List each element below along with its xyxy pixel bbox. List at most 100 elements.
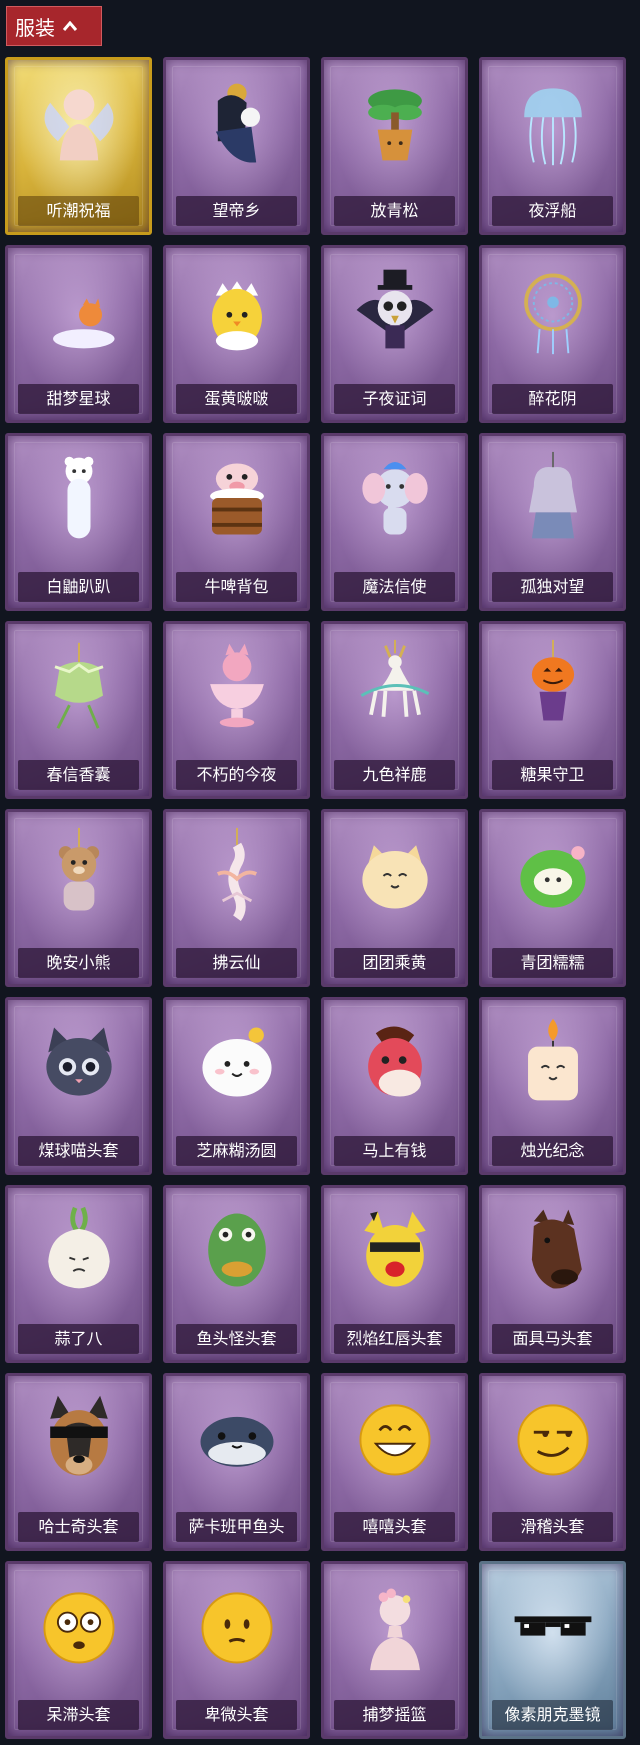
sachet-icon	[31, 638, 127, 734]
costume-card[interactable]: 烛光纪念	[479, 997, 626, 1175]
costume-card-label: 听潮祝福	[18, 196, 139, 226]
costume-card-label: 烛光纪念	[492, 1136, 613, 1166]
jellyfish-icon	[505, 74, 601, 170]
potted-pine-icon	[347, 74, 443, 170]
egg-chick-icon	[189, 262, 285, 358]
costume-card-label: 鱼头怪头套	[176, 1324, 297, 1354]
costume-card[interactable]: 九色祥鹿	[321, 621, 468, 799]
costume-card[interactable]: 萨卡班甲鱼头	[163, 1373, 310, 1551]
moon-fox-icon	[31, 262, 127, 358]
black-cat-head-icon	[31, 1014, 127, 1110]
costume-category-header[interactable]: 服装	[6, 6, 102, 46]
costume-card[interactable]: 夜浮船	[479, 57, 626, 235]
round-cat-icon	[347, 826, 443, 922]
costume-card-label: 烈焰红唇头套	[334, 1324, 455, 1354]
costume-card[interactable]: 蒜了八	[5, 1185, 152, 1363]
costume-card[interactable]: 煤球喵头套	[5, 997, 152, 1175]
costume-card[interactable]: 芝麻糊汤圆	[163, 997, 310, 1175]
costume-card-label: 牛啤背包	[176, 572, 297, 602]
dog-sunglasses-head-icon	[31, 1390, 127, 1486]
costume-card[interactable]: 面具马头套	[479, 1185, 626, 1363]
costume-card[interactable]: 甜梦星球	[5, 245, 152, 423]
costume-card[interactable]: 像素朋克墨镜	[479, 1561, 626, 1739]
costume-card-label: 魔法信使	[334, 572, 455, 602]
costume-card[interactable]: 卑微头套	[163, 1561, 310, 1739]
costume-card-label: 糖果守卫	[492, 760, 613, 790]
costume-card-label: 芝麻糊汤圆	[176, 1136, 297, 1166]
costume-card-label: 甜梦星球	[18, 384, 139, 414]
costume-card[interactable]: 不朽的今夜	[163, 621, 310, 799]
angel-wings-figure-icon	[31, 74, 127, 170]
red-horse-head-icon	[347, 1014, 443, 1110]
costume-card[interactable]: 哈士奇头套	[5, 1373, 152, 1551]
costume-card[interactable]: 子夜证词	[321, 245, 468, 423]
costume-card[interactable]: 烈焰红唇头套	[321, 1185, 468, 1363]
costume-card[interactable]: 青团糯糯	[479, 809, 626, 987]
deer-pendant-icon	[347, 638, 443, 734]
costume-card-label: 夜浮船	[492, 196, 613, 226]
costume-card-label: 像素朋克墨镜	[492, 1700, 613, 1730]
costume-card[interactable]: 孤独对望	[479, 433, 626, 611]
costume-card-label: 卑微头套	[176, 1700, 297, 1730]
costume-card-label: 嘻嘻头套	[334, 1512, 455, 1542]
costume-card[interactable]: 蛋黄啵啵	[163, 245, 310, 423]
costume-card-label: 拂云仙	[176, 948, 297, 978]
costume-card[interactable]: 晚安小熊	[5, 809, 152, 987]
costume-card-label: 哈士奇头套	[18, 1512, 139, 1542]
costume-card-label: 蒜了八	[18, 1324, 139, 1354]
mannequin-flowers-icon	[347, 1578, 443, 1674]
costume-card-label: 马上有钱	[334, 1136, 455, 1166]
costume-card[interactable]: 放青松	[321, 57, 468, 235]
humble-emoji-head-icon	[189, 1578, 285, 1674]
costume-card-label: 萨卡班甲鱼头	[176, 1512, 297, 1542]
dreamcatcher-icon	[505, 262, 601, 358]
costume-card[interactable]: 嘻嘻头套	[321, 1373, 468, 1551]
costume-card-label: 九色祥鹿	[334, 760, 455, 790]
costume-card-label: 孤独对望	[492, 572, 613, 602]
costume-card[interactable]: 牛啤背包	[163, 433, 310, 611]
costume-card-label: 面具马头套	[492, 1324, 613, 1354]
costume-card[interactable]: 听潮祝福	[5, 57, 152, 235]
costume-grid: 听潮祝福 望帝乡 放青松 夜浮船甜梦星球 蛋黄啵啵 子夜证词 醉花阴白鼬趴趴 牛啤背包 魔法信使…	[5, 57, 626, 1739]
costume-card[interactable]: 白鼬趴趴	[5, 433, 152, 611]
costume-card[interactable]: 滑稽头套	[479, 1373, 626, 1551]
costume-card-label: 不朽的今夜	[176, 760, 297, 790]
costume-card-label: 子夜证词	[334, 384, 455, 414]
candle-head-icon	[505, 1014, 601, 1110]
costume-card-label: 春信香囊	[18, 760, 139, 790]
costume-card[interactable]: 捕梦摇篮	[321, 1561, 468, 1739]
elephant-icon	[347, 450, 443, 546]
costume-page: 服装 听潮祝福 望帝乡 放青松 夜浮船甜梦星球 蛋黄啵啵 子夜证词 醉花阴白鼬趴趴 牛啤背包 魔…	[0, 0, 640, 1745]
costume-card[interactable]: 马上有钱	[321, 997, 468, 1175]
grinning-emoji-head-icon	[347, 1390, 443, 1486]
costume-card[interactable]: 糖果守卫	[479, 621, 626, 799]
costume-card-label: 滑稽头套	[492, 1512, 613, 1542]
white-ferret-icon	[31, 450, 127, 546]
costume-card[interactable]: 呆滞头套	[5, 1561, 152, 1739]
costume-card-label: 呆滞头套	[18, 1700, 139, 1730]
fish-head-icon	[189, 1202, 285, 1298]
garlic-head-icon	[31, 1202, 127, 1298]
smirk-emoji-head-icon	[505, 1390, 601, 1486]
costume-card-label: 白鼬趴趴	[18, 572, 139, 602]
cow-beer-barrel-icon	[189, 450, 285, 546]
costume-card-label: 望帝乡	[176, 196, 297, 226]
pink-fox-cup-icon	[189, 638, 285, 734]
costume-card[interactable]: 望帝乡	[163, 57, 310, 235]
costume-card[interactable]: 醉花阴	[479, 245, 626, 423]
costume-card[interactable]: 魔法信使	[321, 433, 468, 611]
costume-card[interactable]: 拂云仙	[163, 809, 310, 987]
pixel-sunglasses-icon	[505, 1578, 601, 1674]
sacabambaspis-head-icon	[189, 1390, 285, 1486]
costume-card[interactable]: 团团乘黄	[321, 809, 468, 987]
green-mochi-icon	[505, 826, 601, 922]
costume-card-label: 醉花阴	[492, 384, 613, 414]
category-title: 服装	[15, 15, 55, 40]
crane-pendant-icon	[189, 826, 285, 922]
costume-card[interactable]: 春信香囊	[5, 621, 152, 799]
costume-card[interactable]: 鱼头怪头套	[163, 1185, 310, 1363]
horse-mask-icon	[505, 1202, 601, 1298]
teddy-bear-pendant-icon	[31, 826, 127, 922]
costume-card-label: 捕梦摇篮	[334, 1700, 455, 1730]
white-dumpling-head-icon	[189, 1014, 285, 1110]
